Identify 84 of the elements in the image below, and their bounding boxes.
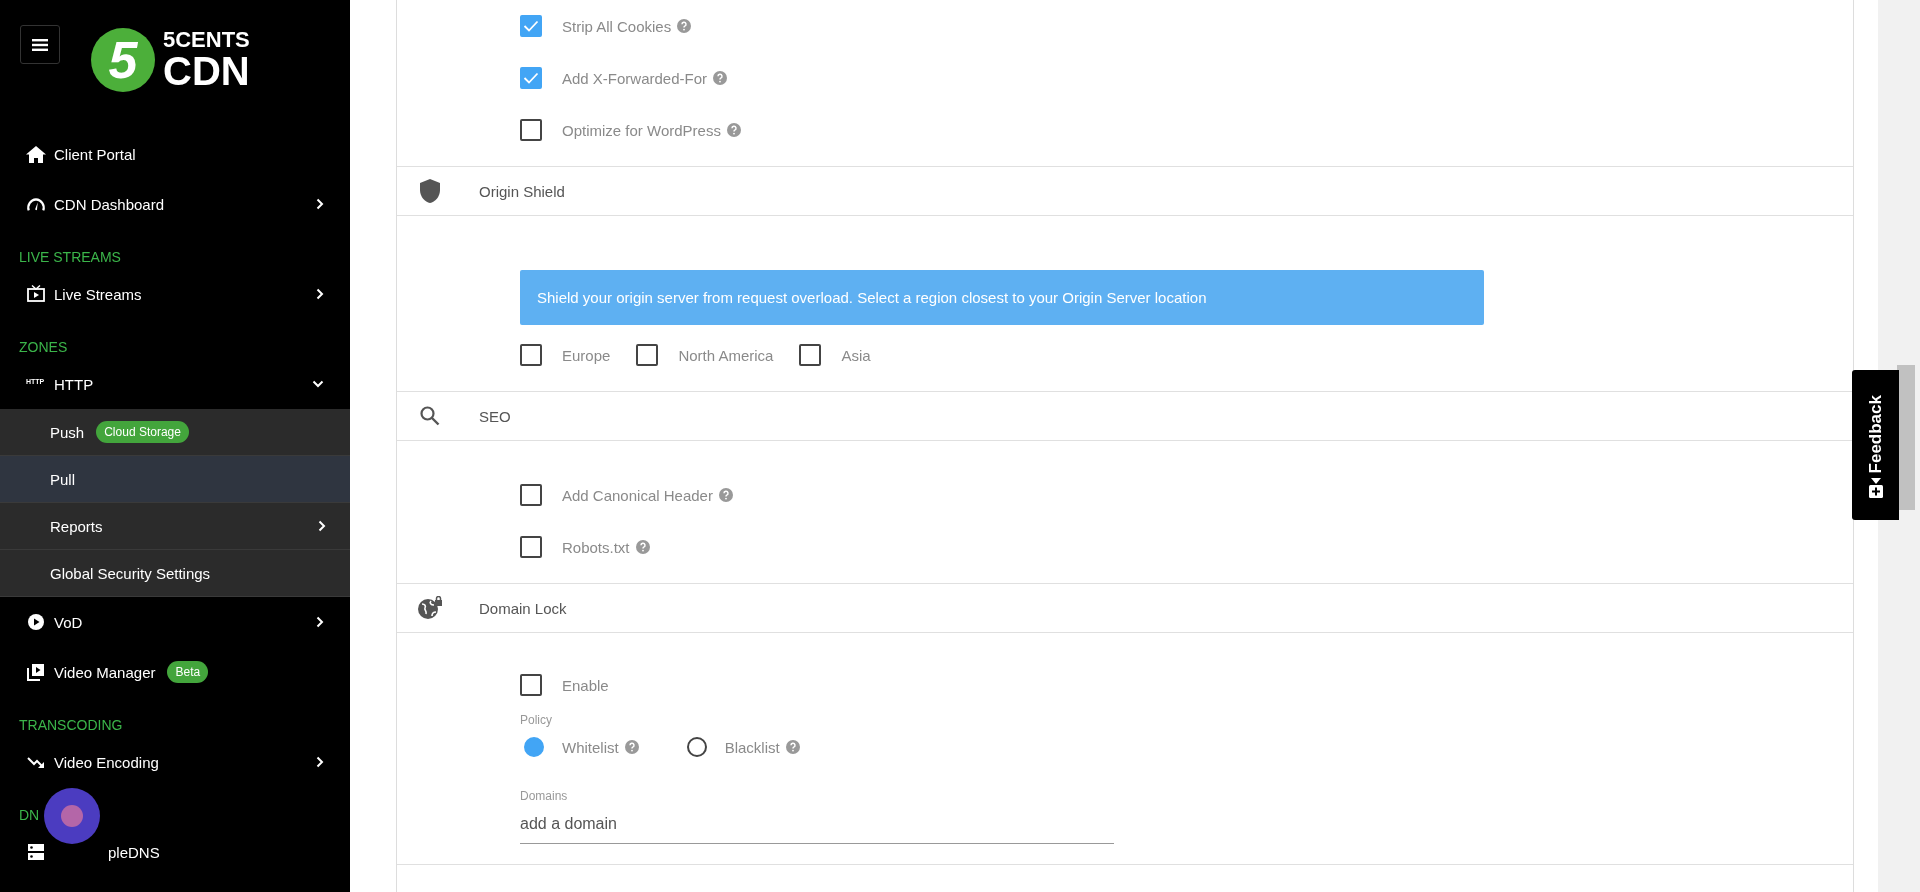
checkbox-label: Asia [841, 346, 871, 364]
help-icon[interactable] [785, 740, 800, 754]
section-title: SEO [479, 407, 511, 425]
menu-item[interactable]: pleDNS [0, 827, 350, 877]
submenu-item[interactable]: Global Security Settings [0, 550, 350, 597]
section-label: TRANSCODING [19, 717, 123, 733]
globe-lock-icon [417, 596, 443, 620]
menu-label: CDN Dashboard [54, 195, 165, 213]
submenu-label: Global Security Settings [50, 564, 211, 582]
section-label: LIVE STREAMS [19, 249, 121, 265]
menu-label: Video Encoding [54, 753, 159, 771]
radio-button[interactable] [686, 737, 707, 757]
menu-item[interactable]: Video Encoding [0, 737, 350, 787]
checkbox[interactable] [520, 674, 542, 696]
menu-label: VoD [54, 613, 83, 631]
checkbox-label: Add X-Forwarded-For [562, 69, 708, 87]
menu-label: Client Portal [54, 145, 136, 163]
menu-item[interactable]: CDN Dashboard [0, 179, 350, 229]
checkbox[interactable] [520, 15, 542, 37]
menu-label: Live Streams [54, 285, 142, 303]
section-label: ZONES [19, 339, 68, 355]
help-icon[interactable] [713, 71, 728, 85]
menu-item[interactable]: Video Manager Beta [0, 647, 350, 697]
checkbox-label: Optimize for WordPress [562, 121, 721, 139]
checkbox[interactable] [520, 67, 542, 89]
submenu-label: Pull [50, 470, 75, 488]
menu-icon [32, 37, 48, 52]
logo-digit: 5 [91, 28, 155, 92]
help-icon[interactable] [635, 540, 650, 554]
checkbox[interactable] [520, 344, 542, 366]
video-library-icon [26, 663, 46, 681]
menu-label: Video Manager [54, 663, 156, 681]
menu-label: HTTP [54, 375, 94, 393]
checkbox-label: Europe [562, 346, 611, 364]
field-label: Domains [520, 789, 569, 803]
help-icon[interactable] [718, 488, 733, 502]
checkbox-label: Strip All Cookies [562, 17, 672, 35]
menu-item[interactable]: Live Streams [0, 269, 350, 319]
info-banner: Shield your origin server from request overload. Select a region closest to your Origin Server location [520, 270, 1484, 325]
submenu-item[interactable]: Pull [0, 456, 350, 503]
logo-text: CDN [163, 51, 250, 91]
menu-label: pleDNS [108, 843, 160, 861]
tv-icon [26, 285, 46, 303]
checkmark-icon [523, 72, 539, 84]
help-icon[interactable] [726, 123, 741, 137]
gauge-icon [26, 196, 46, 212]
radio-label: Blacklist [724, 738, 780, 756]
checkbox-label: North America [678, 346, 774, 364]
section-title: Origin Shield [479, 182, 565, 200]
submenu-item[interactable]: Reports [0, 503, 350, 550]
submenu-item[interactable]: Push Cloud Storage [0, 409, 350, 456]
submenu-label: Push [50, 423, 85, 441]
play-icon [26, 614, 46, 630]
radio-label: Whitelist [562, 738, 619, 756]
checkbox[interactable] [636, 344, 659, 366]
feedback-button[interactable]: Feedback [1852, 370, 1899, 520]
submenu-label: Reports [50, 517, 103, 535]
help-icon[interactable] [677, 19, 692, 33]
home-icon [26, 145, 46, 163]
checkbox-label: Enable [562, 676, 609, 694]
checkbox[interactable] [520, 536, 542, 558]
checkbox-label: Robots.txt [562, 538, 630, 556]
checkbox[interactable] [799, 344, 822, 366]
section-label: DN [19, 807, 40, 823]
shield-icon [417, 178, 443, 204]
video-plus-icon [1868, 478, 1883, 499]
logo-text: 5CENTS [163, 29, 250, 51]
tag: Cloud Storage [96, 421, 189, 443]
tag: Beta [167, 661, 209, 683]
checkbox-label: Add Canonical Header [562, 486, 713, 504]
help-icon[interactable] [624, 740, 639, 754]
server-icon [26, 843, 46, 861]
section-title: Domain Lock [479, 599, 567, 617]
radio-button[interactable] [524, 737, 544, 757]
checkbox[interactable] [520, 484, 542, 506]
menu-button[interactable] [20, 25, 60, 64]
checkmark-icon [523, 20, 539, 32]
field-label: Policy [520, 713, 553, 727]
cursor-highlight [44, 788, 100, 844]
domain-input[interactable]: add a domain [520, 803, 1114, 844]
menu-item[interactable]: VoD [0, 597, 350, 647]
trending-down-icon [26, 755, 46, 769]
menu-item[interactable]: Client Portal [0, 129, 350, 179]
checkbox[interactable] [520, 119, 542, 141]
